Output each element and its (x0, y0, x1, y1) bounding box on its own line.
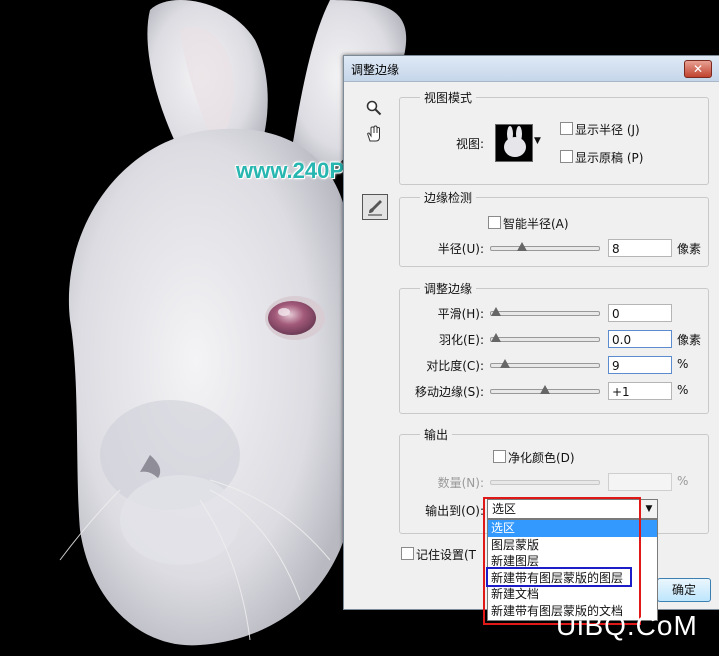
smooth-slider[interactable] (490, 307, 600, 316)
output-option-new-document[interactable]: 新建文档 (488, 586, 657, 603)
smooth-slider-thumb[interactable] (491, 307, 501, 316)
output-title: 输出 (420, 426, 453, 443)
output-to-selected-value: 选区 (492, 502, 517, 516)
shift-edge-slider-thumb[interactable] (540, 385, 550, 394)
hand-icon (367, 125, 380, 142)
view-label: 视图: (456, 137, 485, 151)
dialog-titlebar[interactable]: 调整边缘 ✕ (344, 56, 719, 82)
radius-unit: 像素 (677, 242, 702, 256)
feather-input[interactable]: 0.0 (608, 330, 672, 348)
output-option-new-layer-with-mask[interactable]: 新建带有图层蒙版的图层 (488, 570, 657, 587)
amount-unit: % (677, 474, 689, 488)
show-original-checkbox[interactable] (560, 150, 573, 163)
show-radius-label: 显示半径 (J) (575, 123, 640, 137)
dialog-title: 调整边缘 (351, 63, 400, 77)
radius-slider[interactable] (490, 242, 600, 251)
smart-radius-label: 智能半径(A) (503, 217, 569, 231)
shift-edge-slider[interactable] (490, 385, 600, 394)
watermark-bottom: UiBQ.CoM (556, 610, 698, 641)
adjust-edge-group: 调整边缘 平滑(H): 0 羽化(E): 0.0 像素 对比度(C): 9 % … (399, 280, 709, 414)
edge-detection-title: 边缘检测 (420, 189, 477, 206)
view-mode-group: 视图模式 视图: ▼ 显示半径 (J) 显示原稿 (P) (399, 89, 709, 185)
radius-label: 半径(U): (437, 242, 484, 256)
edge-detection-group: 边缘检测 智能半径(A) 半径(U): 8 像素 (399, 189, 709, 267)
view-preview-thumbnail[interactable] (495, 124, 533, 162)
contrast-unit: % (677, 357, 689, 371)
output-to-label: 输出到(O): (425, 504, 484, 518)
amount-input (608, 473, 672, 491)
remember-settings-label: 记住设置(T (416, 548, 477, 562)
zoom-tool[interactable] (363, 97, 385, 119)
shift-edge-input[interactable]: +1 (608, 382, 672, 400)
show-original-label: 显示原稿 (P) (575, 151, 644, 165)
close-icon: ✕ (692, 62, 704, 76)
radius-input[interactable]: 8 (608, 239, 672, 257)
amount-slider (490, 480, 600, 485)
output-option-new-layer[interactable]: 新建图层 (488, 553, 657, 570)
output-option-selection[interactable]: 选区 (488, 520, 657, 537)
radius-slider-thumb[interactable] (517, 242, 527, 251)
rabbit-thumbnail-icon (504, 126, 526, 157)
ok-button[interactable]: 确定 (657, 578, 711, 602)
output-to-dropdown-list: 选区 图层蒙版 新建图层 新建带有图层蒙版的图层 新建文档 新建带有图层蒙版的文… (487, 519, 658, 621)
output-option-layer-mask[interactable]: 图层蒙版 (488, 537, 657, 554)
feather-slider[interactable] (490, 333, 600, 342)
view-dropdown-arrow-icon[interactable]: ▼ (534, 136, 541, 146)
contrast-label: 对比度(C): (426, 359, 484, 373)
show-radius-checkbox[interactable] (560, 122, 573, 135)
shift-edge-label: 移动边缘(S): (414, 385, 484, 399)
feather-slider-thumb[interactable] (491, 333, 501, 342)
smart-radius-checkbox[interactable] (488, 216, 501, 229)
zoom-icon (366, 100, 382, 116)
contrast-slider[interactable] (490, 359, 600, 368)
smooth-label: 平滑(H): (437, 307, 484, 321)
feather-label: 羽化(E): (439, 333, 484, 347)
feather-unit: 像素 (677, 333, 702, 347)
adjust-edge-title: 调整边缘 (420, 280, 477, 297)
chevron-down-icon[interactable]: ▼ (640, 500, 657, 518)
remember-settings-checkbox[interactable] (401, 547, 414, 560)
contrast-input[interactable]: 9 (608, 356, 672, 374)
close-button[interactable]: ✕ (684, 60, 712, 78)
brush-icon (368, 200, 382, 216)
output-to-select[interactable]: 选区 ▼ (487, 499, 658, 519)
contrast-slider-thumb[interactable] (500, 359, 510, 368)
smooth-input[interactable]: 0 (608, 304, 672, 322)
refine-edge-dialog: 调整边缘 ✕ 视图模式 视图: ▼ 显示半径 (J) 显示原稿 (P) 边缘检测… (343, 55, 719, 621)
refine-radius-tool[interactable] (362, 194, 388, 220)
hand-tool[interactable] (363, 123, 385, 145)
shift-edge-unit: % (677, 383, 689, 397)
decontaminate-checkbox[interactable] (493, 450, 506, 463)
amount-label: 数量(N): (437, 476, 484, 490)
view-mode-title: 视图模式 (420, 89, 477, 106)
decontaminate-label: 净化颜色(D) (508, 451, 575, 465)
